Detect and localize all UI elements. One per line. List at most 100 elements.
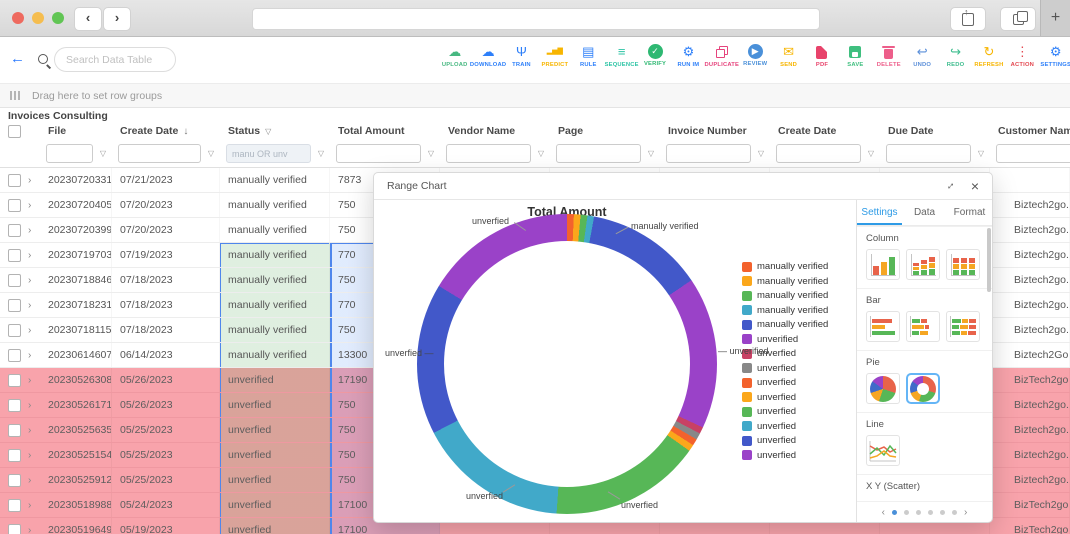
pagination-dot[interactable] [940, 510, 945, 515]
column-header-file[interactable]: File [40, 125, 112, 137]
cell-customer-name[interactable]: Biztech2Go. i [990, 343, 1070, 367]
toolbar-send-button[interactable]: ✉SEND [772, 40, 805, 68]
toolbar-undo-button[interactable]: ↩UNDO [905, 40, 938, 68]
row-checkbox[interactable] [8, 199, 21, 212]
row-select-cell[interactable]: › [0, 218, 40, 242]
row-group-drop-zone[interactable]: Drag here to set row groups [0, 84, 1070, 108]
cell-customer-name[interactable]: Biztech2go. I [990, 268, 1070, 292]
column-header-vendor-name[interactable]: Vendor Name [440, 125, 550, 137]
cell-create-date[interactable]: 07/19/2023 [112, 243, 220, 267]
column-header-status[interactable]: Status▽ [220, 125, 330, 137]
row-select-cell[interactable]: › [0, 418, 40, 442]
toolbar-save-button[interactable]: SAVE [839, 40, 872, 68]
search-input[interactable] [54, 47, 176, 72]
filter-input-customer-name[interactable] [996, 144, 1070, 163]
cell-customer-name[interactable]: Biztech2go. I [990, 418, 1070, 442]
cell-create-date[interactable]: 05/24/2023 [112, 493, 220, 517]
cell-status[interactable]: manually verified [220, 343, 330, 367]
tabs-overview-button[interactable] [1000, 7, 1036, 31]
row-expand-icon[interactable]: › [28, 400, 31, 411]
row-expand-icon[interactable]: › [28, 350, 31, 361]
cell-customer-name[interactable]: BizTech2go I [990, 368, 1070, 392]
cell-status[interactable]: manually verified [220, 293, 330, 317]
cell-create-date[interactable]: 05/25/2023 [112, 443, 220, 467]
funnel-icon[interactable]: ▽ [531, 149, 550, 158]
funnel-icon[interactable]: ▽ [971, 149, 990, 158]
app-back-button[interactable]: ← [10, 50, 25, 67]
legend-item[interactable]: manually verified [742, 276, 828, 287]
cell-customer-name[interactable]: Biztech2go. I [990, 218, 1070, 242]
doughnut-chart-thumb[interactable] [906, 373, 940, 404]
column-header-total-amount[interactable]: Total Amount [330, 125, 440, 137]
pagination-dot[interactable] [916, 510, 921, 515]
cell-create-date[interactable]: 05/26/2023 [112, 393, 220, 417]
cell-status[interactable]: unverified [220, 368, 330, 392]
row-select-cell[interactable]: › [0, 468, 40, 492]
toolbar-refresh-button[interactable]: ↻REFRESH [972, 40, 1005, 68]
cell-file[interactable]: 20230718846... [40, 268, 112, 292]
toolbar-redo-button[interactable]: ↪REDO [939, 40, 972, 68]
pagination-dot[interactable] [904, 510, 909, 515]
pagination-prev-icon[interactable]: ‹ [882, 507, 885, 518]
legend-item[interactable]: unverfied [742, 421, 828, 432]
cell-status[interactable]: manually verified [220, 218, 330, 242]
cell-create-date[interactable]: 07/18/2023 [112, 318, 220, 342]
select-all-checkbox[interactable] [8, 125, 21, 138]
filter-input-page[interactable] [556, 144, 641, 163]
cell-file[interactable]: 20230720331... [40, 168, 112, 192]
toolbar-download-button[interactable]: ☁DOWNLOAD [471, 40, 504, 68]
row-expand-icon[interactable]: › [28, 425, 31, 436]
cell-status[interactable]: unverfied [220, 443, 330, 467]
cell-file[interactable]: 20230525154... [40, 443, 112, 467]
cell-customer-name[interactable]: Biztech2go. I [990, 443, 1070, 467]
filter-input-status[interactable] [226, 144, 311, 163]
legend-item[interactable]: unverfied [742, 392, 828, 403]
bar-grouped-thumb[interactable] [866, 311, 900, 342]
row-select-cell[interactable]: › [0, 443, 40, 467]
legend-item[interactable]: manually verified [742, 261, 828, 272]
close-icon[interactable]: × [971, 179, 979, 193]
doughnut-chart[interactable] [417, 214, 717, 514]
tab-settings[interactable]: Settings [857, 200, 902, 225]
legend-item[interactable]: unverfied [742, 406, 828, 417]
toolbar-sequence-button[interactable]: ≡SEQUENCE [605, 40, 638, 68]
row-checkbox[interactable] [8, 299, 21, 312]
cell-status[interactable]: unverfied [220, 493, 330, 517]
column-grouped-thumb[interactable] [866, 249, 900, 280]
pagination-dot[interactable] [952, 510, 957, 515]
cell-file[interactable]: 20230720405... [40, 193, 112, 217]
cell-status[interactable]: unverfied [220, 518, 330, 534]
cell-status[interactable]: manually verified [220, 168, 330, 192]
column-header-page[interactable]: Page [550, 125, 660, 137]
panel-scrollbar[interactable] [987, 228, 991, 292]
cell-status[interactable]: unverfied [220, 468, 330, 492]
legend-item[interactable]: manually verified [742, 305, 828, 316]
row-checkbox[interactable] [8, 374, 21, 387]
legend-item[interactable]: unverfied [742, 450, 828, 461]
filter-input-vendor-name[interactable] [446, 144, 531, 163]
row-expand-icon[interactable]: › [28, 300, 31, 311]
toolbar-run-im-button[interactable]: ⚙RUN IM [672, 40, 705, 68]
row-checkbox[interactable] [8, 249, 21, 262]
toolbar-duplicate-button[interactable]: DUPLICATE [705, 40, 738, 68]
row-expand-icon[interactable]: › [28, 225, 31, 236]
traffic-light-maximize[interactable] [52, 12, 64, 24]
row-checkbox[interactable] [8, 224, 21, 237]
share-button[interactable] [950, 7, 986, 31]
column-normalized-thumb[interactable] [946, 249, 980, 280]
cell-file[interactable]: 20230718231... [40, 293, 112, 317]
cell-file[interactable]: 20230719703... [40, 243, 112, 267]
filter-input-total-amount[interactable] [336, 144, 421, 163]
cell-status[interactable]: unverfied [220, 393, 330, 417]
pagination-dot[interactable] [892, 510, 897, 515]
legend-item[interactable]: unverified [742, 334, 828, 345]
cell-file[interactable]: 20230518988... [40, 493, 112, 517]
column-header-invoice-number[interactable]: Invoice Number [660, 125, 770, 137]
cell-file[interactable]: 20230614607... [40, 343, 112, 367]
row-expand-icon[interactable]: › [28, 500, 31, 511]
funnel-icon[interactable]: ▽ [201, 149, 220, 158]
toolbar-pdf-button[interactable]: PDF [805, 40, 838, 68]
row-expand-icon[interactable]: › [28, 375, 31, 386]
line-chart-thumb[interactable] [866, 435, 900, 466]
toolbar-predict-button[interactable]: ▂▅▇PREDICT [538, 40, 571, 68]
